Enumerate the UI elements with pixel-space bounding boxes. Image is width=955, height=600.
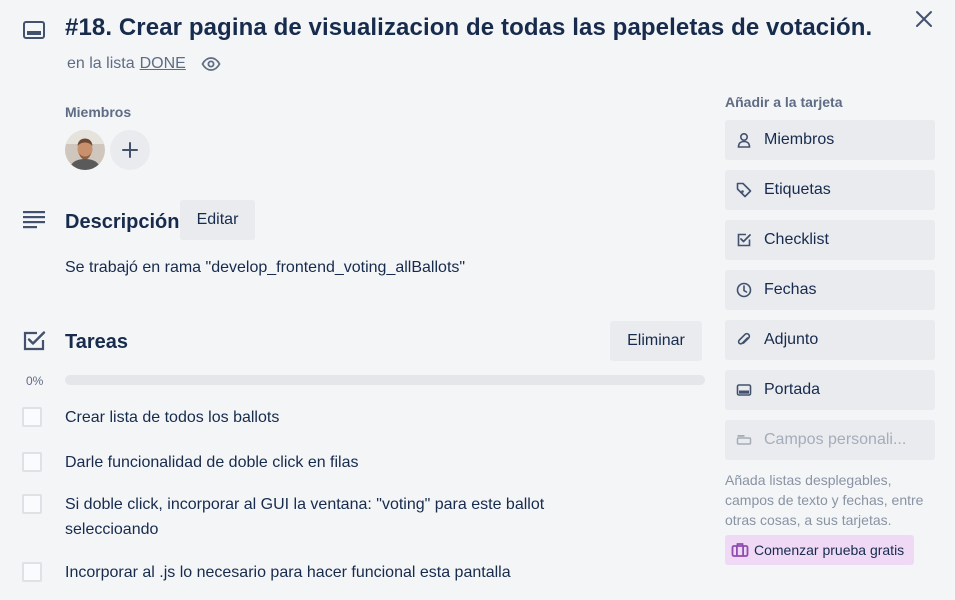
start-free-trial-button[interactable]: Comenzar prueba gratis	[725, 535, 915, 565]
item-text[interactable]: Crear lista de todos los ballots	[65, 405, 625, 430]
eye-icon[interactable]	[201, 54, 221, 74]
clock-icon	[736, 282, 752, 298]
checklist-button-label: Checklist	[764, 231, 829, 248]
attachment-button[interactable]: Adjunto	[725, 320, 935, 360]
checklist-item[interactable]: Darle funcionalidad de doble click en fi…	[22, 450, 702, 475]
checklist-item[interactable]: Si doble click, incorporar al GUI la ven…	[22, 492, 702, 542]
attachment-button-label: Adjunto	[764, 331, 819, 348]
briefcase-icon	[731, 541, 749, 559]
start-free-trial-label: Comenzar prueba gratis	[754, 542, 905, 558]
labels-button-label: Etiquetas	[764, 181, 831, 198]
members-button[interactable]: Miembros	[725, 120, 935, 160]
checklist-icon	[22, 328, 48, 354]
cover-icon	[736, 382, 752, 398]
custom-fields-help-text: Añada listas desplegables, campos de tex…	[725, 472, 924, 528]
custom-fields-icon	[736, 432, 752, 448]
add-to-card-title: Añadir a la tarjeta	[725, 94, 843, 110]
dates-button[interactable]: Fechas	[725, 270, 935, 310]
members-button-label: Miembros	[764, 131, 835, 148]
description-title: Descripción	[65, 211, 180, 233]
members-title: Miembros	[65, 104, 132, 120]
checklist-item[interactable]: Incorporar al .js lo necesario para hace…	[22, 560, 702, 585]
checklist-title: Tareas	[65, 331, 129, 353]
plus-icon	[121, 141, 139, 159]
card-icon	[22, 18, 46, 42]
description-text[interactable]: Se trabajó en rama "develop_frontend_vot…	[65, 259, 465, 277]
tag-icon	[736, 182, 752, 198]
dates-button-label: Fechas	[764, 281, 817, 298]
progress-bar	[65, 375, 705, 385]
list-link[interactable]: DONE	[140, 55, 186, 73]
checklist-icon	[736, 232, 752, 248]
item-checkbox[interactable]	[22, 562, 42, 582]
paperclip-icon	[736, 332, 752, 348]
labels-button[interactable]: Etiquetas	[725, 170, 935, 210]
close-icon[interactable]	[912, 7, 936, 31]
delete-checklist-button[interactable]: Eliminar	[610, 321, 702, 361]
item-text[interactable]: Si doble click, incorporar al GUI la ven…	[65, 492, 625, 542]
item-checkbox[interactable]	[22, 494, 42, 514]
item-checkbox[interactable]	[22, 452, 42, 472]
description-icon	[22, 208, 48, 232]
avatar[interactable]	[65, 130, 105, 170]
progress-percent: 0%	[26, 374, 44, 388]
edit-description-button[interactable]: Editar	[180, 200, 255, 240]
person-icon	[736, 132, 752, 148]
checklist-item[interactable]: Crear lista de todos los ballots	[22, 405, 702, 430]
item-text[interactable]: Incorporar al .js lo necesario para hace…	[65, 560, 625, 585]
custom-fields-button[interactable]: Campos personali...	[725, 420, 935, 460]
cover-button-label: Portada	[764, 381, 821, 398]
cover-button[interactable]: Portada	[725, 370, 935, 410]
item-checkbox[interactable]	[22, 407, 42, 427]
list-prefix: en la lista	[67, 55, 135, 72]
checklist-button[interactable]: Checklist	[725, 220, 935, 260]
card-title[interactable]: #18. Crear pagina de visualizacion de to…	[65, 14, 872, 42]
add-member-button[interactable]	[110, 130, 150, 170]
custom-fields-button-label: Campos personali...	[764, 431, 907, 448]
item-text[interactable]: Darle funcionalidad de doble click en fi…	[65, 450, 625, 475]
list-location: en la lista DONE	[67, 54, 221, 74]
